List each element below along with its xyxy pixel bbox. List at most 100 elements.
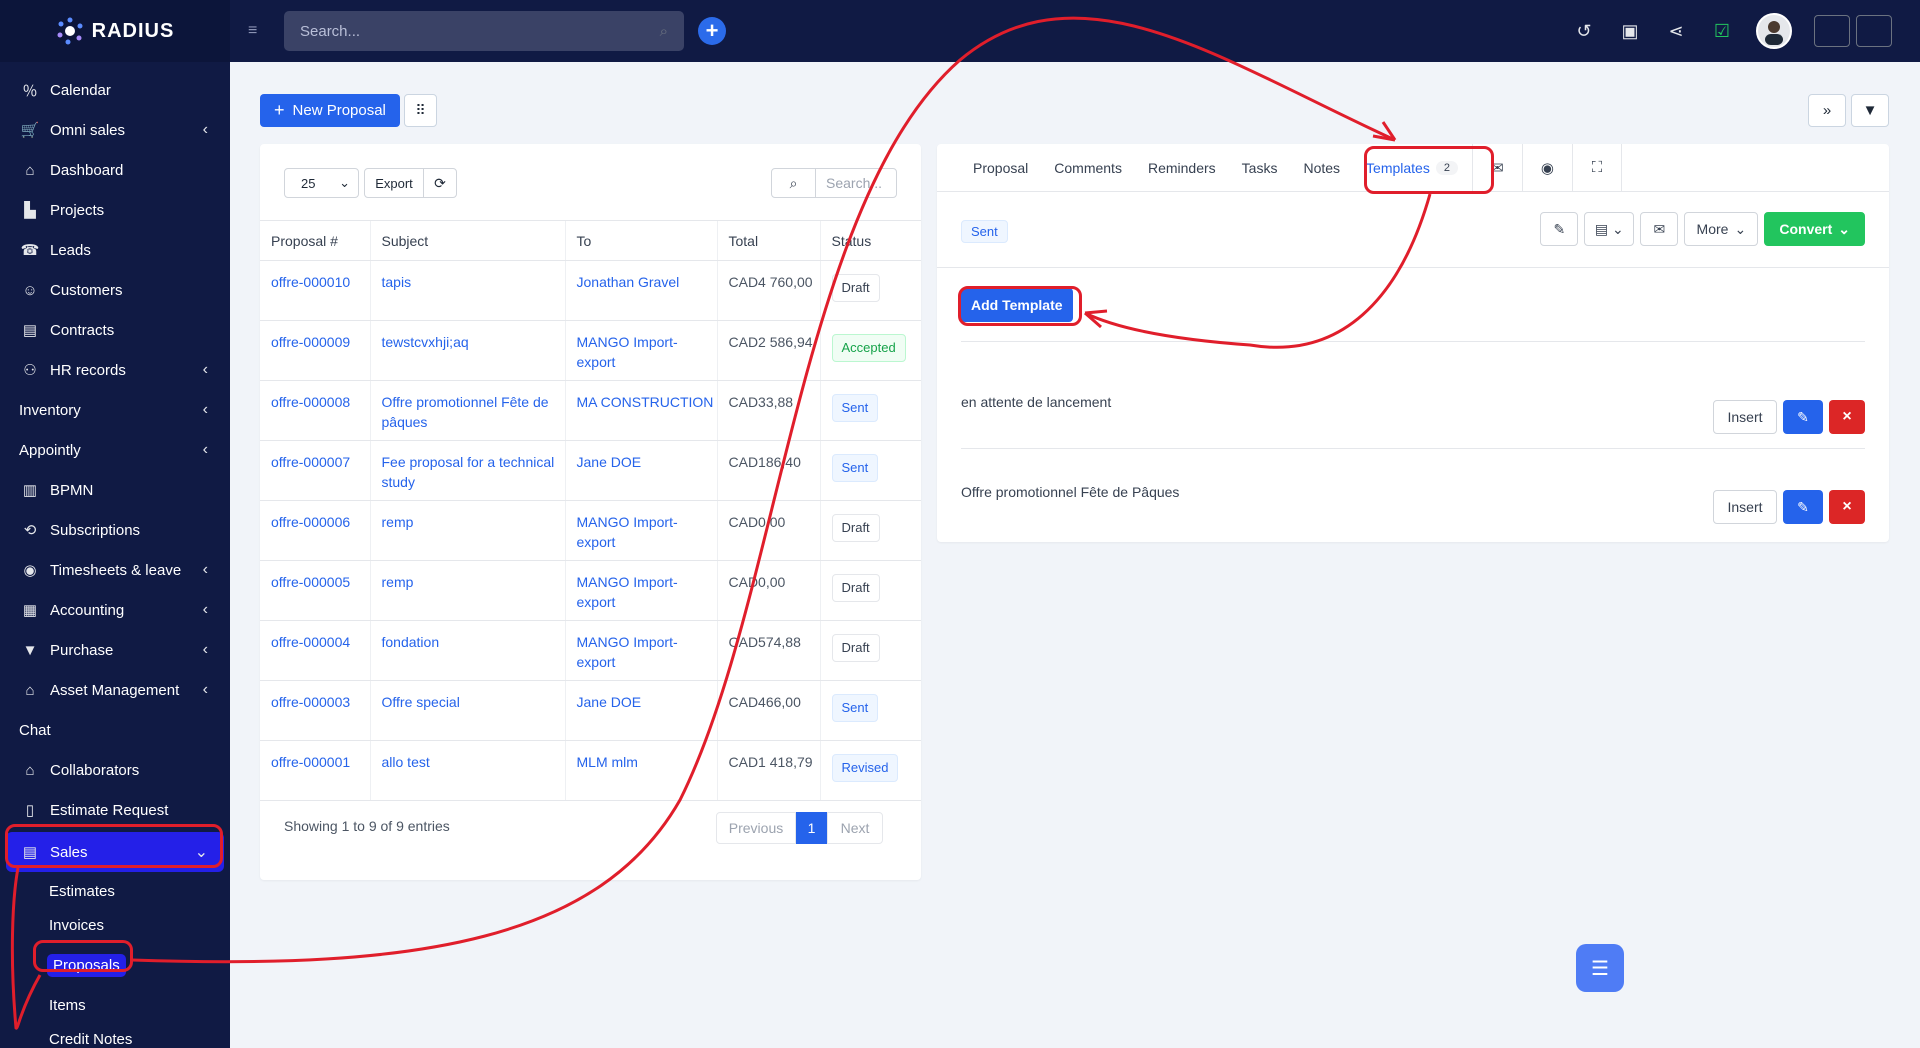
global-search-input[interactable]: Search... ⌕ [284,11,684,51]
proposal-number[interactable]: offre-000010 [271,274,350,290]
edit-button[interactable]: ✎ [1540,212,1579,246]
history-icon[interactable]: ↺ [1572,19,1596,43]
tab-tasks[interactable]: Tasks [1242,160,1278,176]
page-size-select[interactable]: 25 ⌄ [284,168,359,198]
proposal-number-link[interactable]: offre-000010 [260,260,370,321]
subject-link[interactable]: Offre promotionnel Fête de pâques [382,394,549,430]
expand-panel-button[interactable]: » [1808,94,1846,127]
sidebar-item-purchase[interactable]: ▼ Purchase ‹ [0,630,230,670]
customer-link[interactable]: MANGO Import-export [577,514,678,550]
customer-link[interactable]: Jane DOE [577,454,642,470]
sidebar-item-omni-sales[interactable]: 🛒 Omni sales ‹ [0,110,230,150]
envelope-open-icon[interactable]: ✉ [1471,143,1522,192]
customer-link[interactable]: MANGO Import-export [577,634,678,670]
table-row[interactable]: offre-000005 remp MANGO Import-export CAD0,… [260,560,921,621]
sidebar-subitem-invoices[interactable]: Invoices [0,908,230,942]
proposal-number[interactable]: offre-000009 [271,334,350,350]
proposal-number[interactable]: offre-000003 [271,694,350,710]
sidebar-item-timesheets[interactable]: ◉ Timesheets & leave ‹ [0,550,230,590]
customer-link[interactable]: MA CONSTRUCTION [577,394,714,410]
sidebar-subitem-items[interactable]: Items [0,988,230,1022]
more-button[interactable]: More ⌄ [1684,212,1759,246]
proposal-number[interactable]: offre-000001 [271,754,350,770]
tab-notes[interactable]: Notes [1303,160,1340,176]
pdf-button[interactable]: ▤ ⌄ [1584,212,1635,246]
customer-link[interactable]: MLM mlm [577,754,638,770]
tab-templates[interactable]: Templates 2 [1366,160,1458,176]
share-icon[interactable]: ⋖ [1664,19,1688,43]
sidebar-subitem-credit-notes[interactable]: Credit Notes [0,1022,230,1048]
sidebar-item-dashboard[interactable]: ⌂ Dashboard [0,150,230,190]
tab-comments[interactable]: Comments [1054,160,1122,176]
sidebar-item-collaborators[interactable]: ⌂ Collaborators [0,750,230,790]
sidebar-subitem-estimates[interactable]: Estimates [0,874,230,908]
table-row[interactable]: offre-000008 Offre promotionnel Fête de p… [260,380,921,441]
sidebar-item-contracts[interactable]: ▤ Contracts [0,310,230,350]
sidebar-item-leads[interactable]: ☎ Leads [0,230,230,270]
user-avatar[interactable] [1756,13,1792,49]
subject-link[interactable]: Offre special [382,694,460,710]
subject-link[interactable]: tewstcvxhji;aq [382,334,469,350]
table-row[interactable]: offre-000004 fondation MANGO Import-export… [260,620,921,681]
chat-button[interactable]: ☰ [1576,944,1624,992]
fullscreen-icon[interactable]: ⛶ [1571,143,1622,192]
table-row[interactable]: offre-000010 tapis Jonathan Gravel CAD4 760… [260,260,921,321]
eye-icon[interactable]: ◉ [1521,143,1572,192]
export-button[interactable]: Export [364,168,424,198]
filter-button[interactable]: ▼ [1851,94,1889,127]
table-row[interactable]: offre-000006 remp MANGO Import-export CAD0,… [260,500,921,561]
subject-link[interactable]: remp [382,514,414,530]
sidebar-subitem-proposals[interactable]: Proposals [0,948,230,982]
proposal-number[interactable]: offre-000006 [271,514,350,530]
customer-link[interactable]: Jane DOE [577,694,642,710]
proposal-number[interactable]: offre-000004 [271,634,350,650]
customer-link[interactable]: MANGO Import-export [577,574,678,610]
sidebar-item-sales[interactable]: ▤ Sales ⌄ [6,832,224,872]
sidebar-item-inventory[interactable]: Inventory ‹ [0,390,230,430]
email-button[interactable]: ✉ [1640,212,1679,246]
list-search-input[interactable]: ⌕ Search... [771,168,897,198]
subject-link[interactable]: fondation [382,634,440,650]
sidebar-item-subscriptions[interactable]: ⟲ Subscriptions [0,510,230,550]
delete-template-button[interactable]: × [1829,400,1865,434]
subject-link[interactable]: tapis [382,274,412,290]
sidebar-item-chat[interactable]: Chat [0,710,230,750]
edit-template-button[interactable]: ✎ [1783,400,1823,434]
table-row[interactable]: offre-000009 tewstcvxhji;aq MANGO Import-e… [260,320,921,381]
column-header[interactable]: Total [716,220,820,261]
sidebar-item-bpmn[interactable]: ▥ BPMN [0,470,230,510]
column-header[interactable]: Proposal # [260,220,370,261]
convert-button[interactable]: Convert ⌄ [1764,212,1865,246]
sidebar-item-customers[interactable]: ☺ Customers [0,270,230,310]
column-header[interactable]: Status [819,220,921,261]
insert-template-button[interactable]: Insert [1713,400,1777,434]
tab-reminders[interactable]: Reminders [1148,160,1216,176]
next-page-button[interactable]: Next [827,812,883,844]
table-row[interactable]: offre-000007 Fee proposal for a technical… [260,440,921,501]
proposal-number-link[interactable]: offre-000009 [260,320,370,381]
new-proposal-button[interactable]: + New Proposal [260,94,400,127]
subject-link[interactable]: remp [382,574,414,590]
previous-page-button[interactable]: Previous [716,812,796,844]
proposal-number-link[interactable]: offre-000006 [260,500,370,561]
proposal-number-link[interactable]: offre-000008 [260,380,370,441]
column-header[interactable]: Subject [369,220,565,261]
subject-link[interactable]: allo test [382,754,430,770]
proposal-number-link[interactable]: offre-000004 [260,620,370,681]
proposal-number[interactable]: offre-000005 [271,574,350,590]
insert-template-button[interactable]: Insert [1713,490,1777,524]
sidebar-item-hr-records[interactable]: ⚇ HR records ‹ [0,350,230,390]
table-row[interactable]: offre-000003 Offre special Jane DOE CAD466,… [260,680,921,741]
sidebar-item-appointly[interactable]: Appointly ‹ [0,430,230,470]
column-header[interactable]: To [564,220,717,261]
id-card-icon[interactable]: ▣ [1618,19,1642,43]
customer-link[interactable]: Jonathan Gravel [577,274,680,290]
page-1-button[interactable]: 1 [796,812,827,844]
proposal-number[interactable]: offre-000008 [271,394,350,410]
delete-template-button[interactable]: × [1829,490,1865,524]
add-template-button[interactable]: Add Template [961,288,1073,322]
edit-template-button[interactable]: ✎ [1783,490,1823,524]
proposal-number[interactable]: offre-000007 [271,454,350,470]
monitor-check-icon[interactable]: ☑ [1710,19,1734,43]
subject-link[interactable]: Fee proposal for a technical study [382,454,555,490]
